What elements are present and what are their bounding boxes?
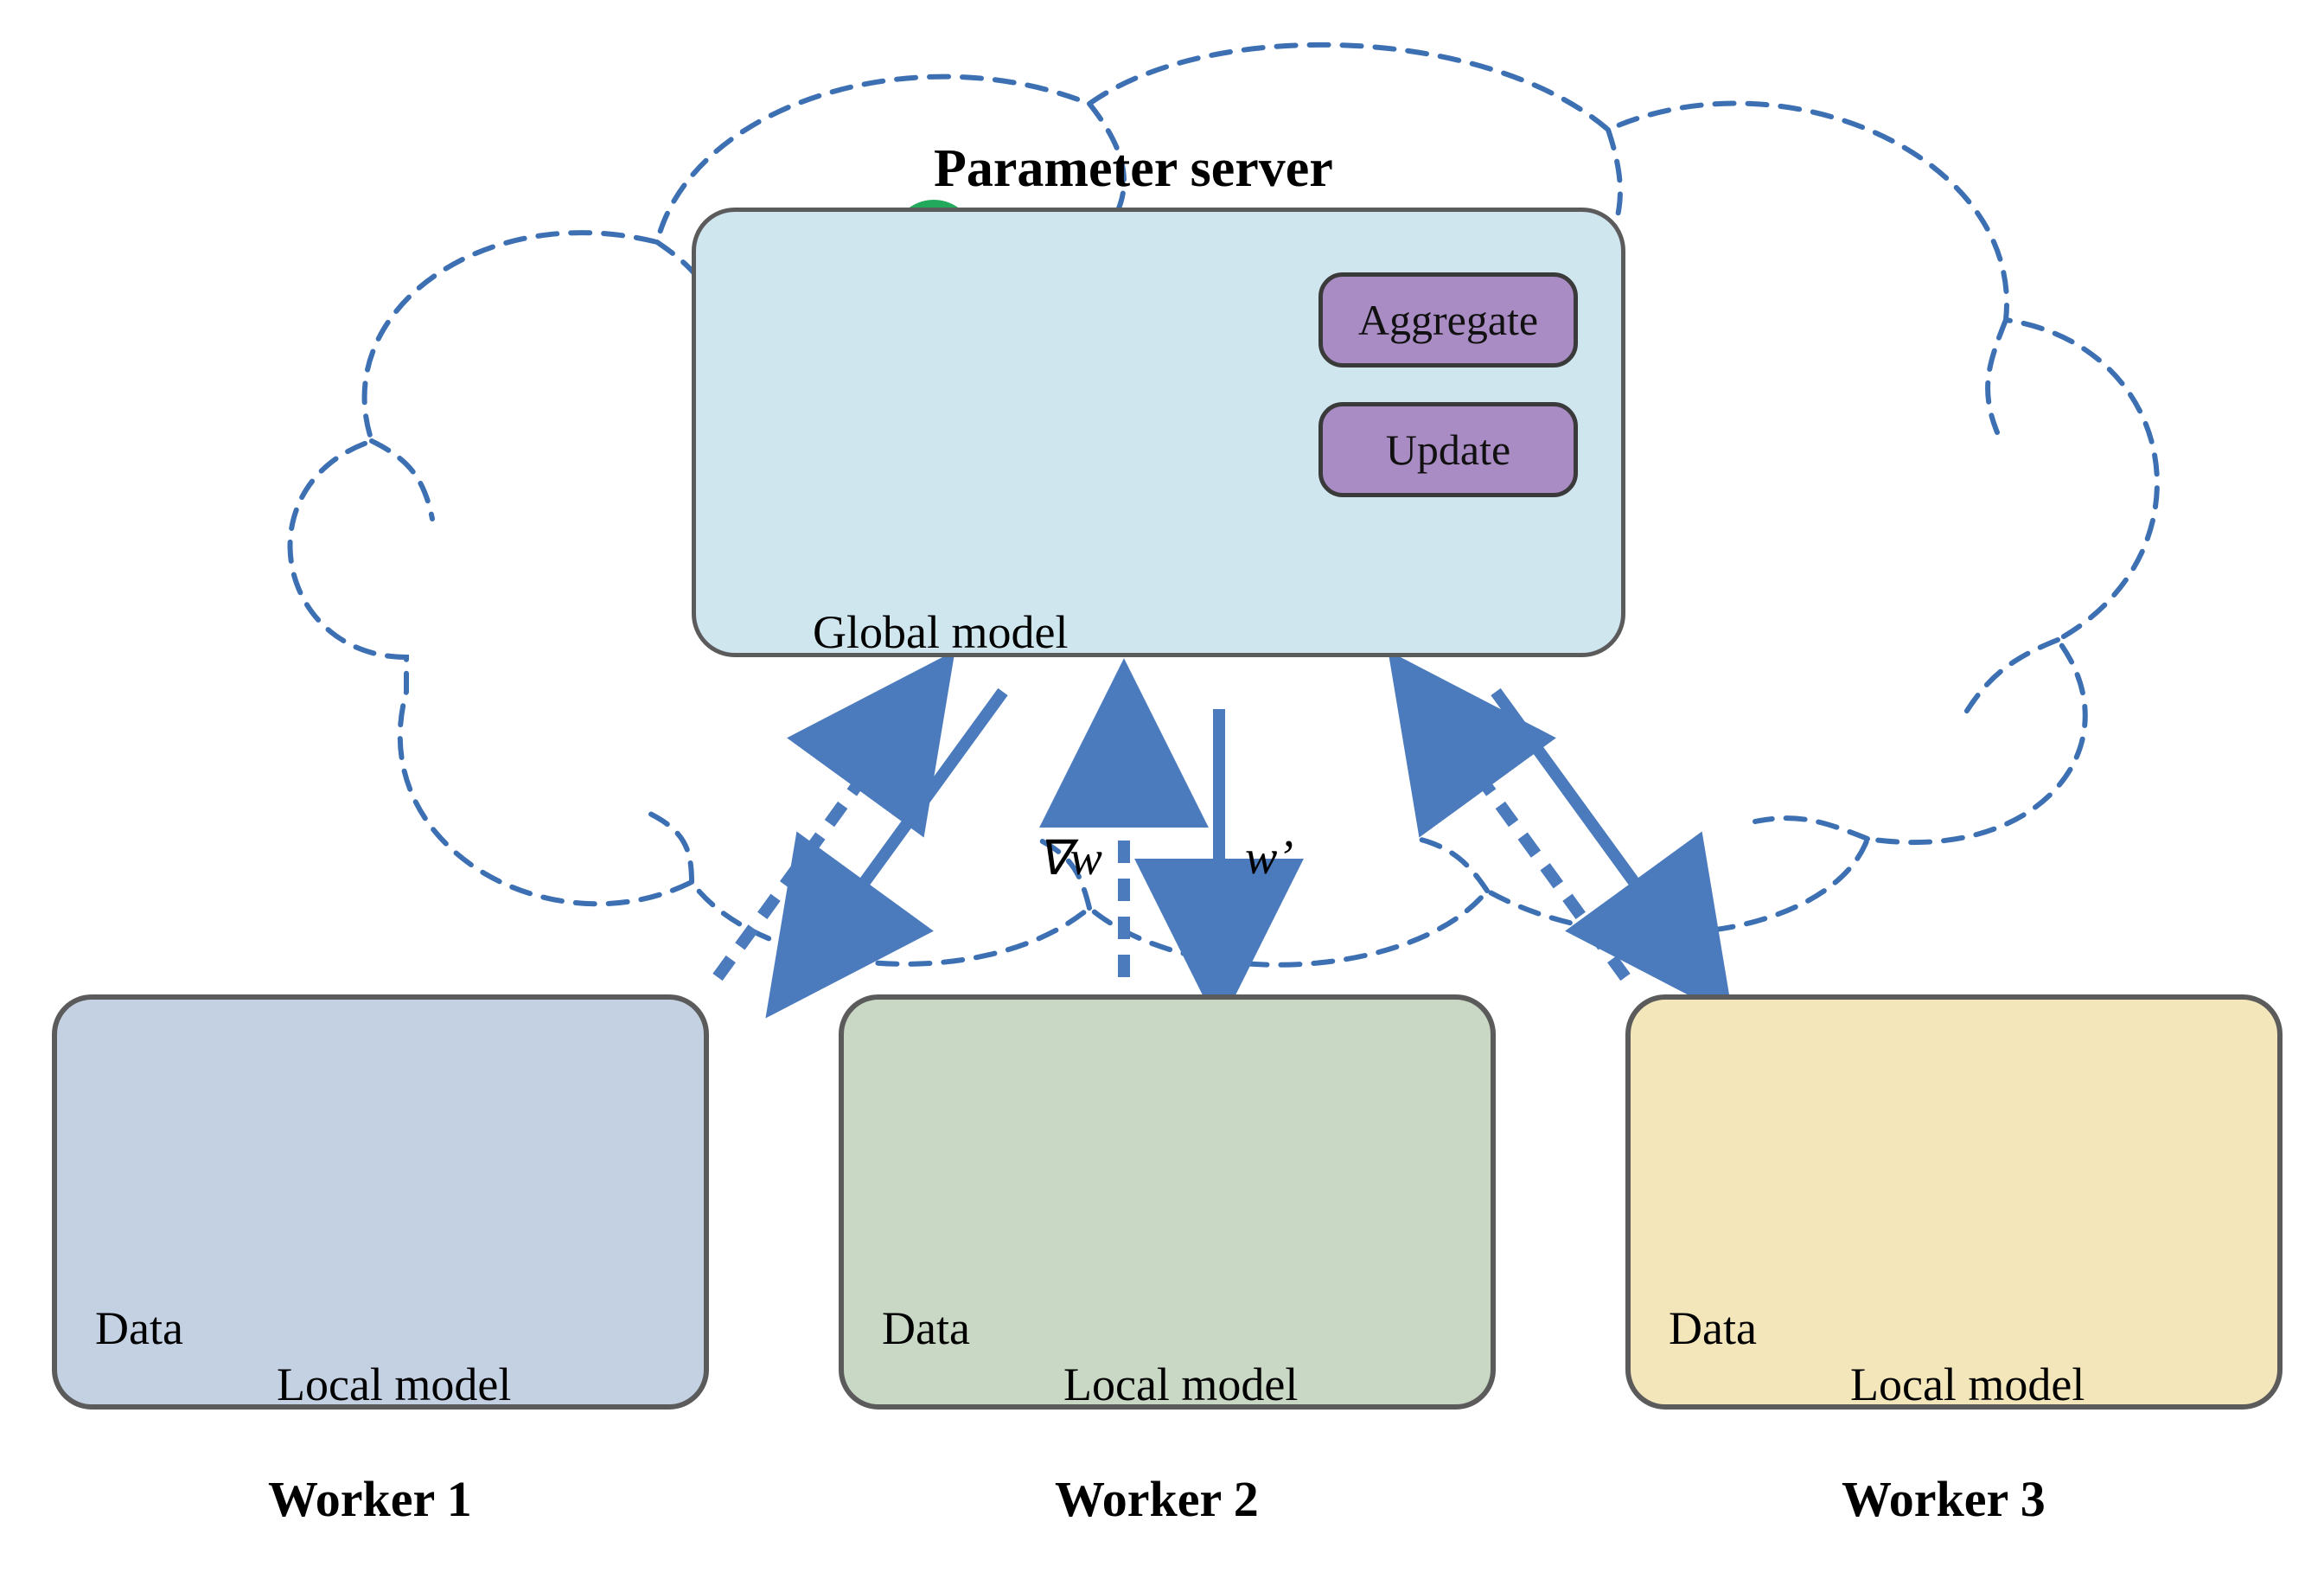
global-model-caption: Global model <box>813 605 1068 659</box>
worker2-model-caption: Local model <box>1063 1358 1298 1411</box>
server-title: Parameter server <box>934 138 1333 200</box>
worker2-data-label: Data <box>882 1301 970 1355</box>
worker3-model-caption: Local model <box>1850 1358 2085 1411</box>
worker1-data-label: Data <box>95 1301 183 1355</box>
aggregate-label: Aggregate <box>1323 295 1574 345</box>
worker3-data-label: Data <box>1669 1301 1757 1355</box>
update-label: Update <box>1323 425 1574 475</box>
worker1-model-caption: Local model <box>277 1358 511 1411</box>
gradient-up-label: ∇w <box>1038 830 1102 886</box>
server-panel: Aggregate Update <box>692 208 1625 657</box>
diagram-stage: Parameter server Aggregate Update Global… <box>0 0 2324 1579</box>
worker1-title: Worker 1 <box>268 1470 472 1528</box>
aggregate-pill: Aggregate <box>1318 272 1578 368</box>
update-pill: Update <box>1318 402 1578 497</box>
arrow-worker1-down <box>795 692 1003 977</box>
worker3-title: Worker 3 <box>1842 1470 2046 1528</box>
worker2-title: Worker 2 <box>1055 1470 1259 1528</box>
weights-down-label: w’ <box>1245 830 1293 885</box>
